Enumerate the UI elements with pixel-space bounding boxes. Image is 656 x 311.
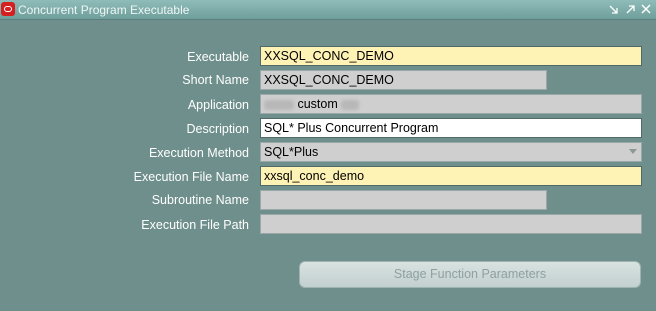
minimize-icon[interactable] [608, 2, 620, 16]
execution-file-path-label: Execution File Path [141, 218, 249, 232]
execution-file-path-field[interactable] [260, 214, 642, 234]
execution-method-select[interactable]: SQL*Plus [260, 142, 642, 162]
description-label: Description [186, 122, 249, 136]
short-name-label: Short Name [182, 73, 249, 87]
window-controls [608, 2, 652, 16]
window-title: Concurrent Program Executable [18, 3, 190, 17]
application-value: custom [297, 97, 338, 111]
short-name-field[interactable]: XXSQL_CONC_DEMO [260, 70, 547, 90]
subroutine-name-field[interactable] [260, 190, 547, 210]
execution-file-name-field[interactable]: xxsql_conc_demo [260, 166, 642, 186]
close-icon[interactable] [640, 2, 652, 16]
executable-field[interactable]: XXSQL_CONC_DEMO [260, 46, 642, 66]
title-bar: Concurrent Program Executable [0, 0, 656, 20]
application-label: Application [187, 98, 249, 112]
maximize-icon[interactable] [624, 2, 636, 16]
subroutine-name-label: Subroutine Name [151, 193, 249, 207]
execution-file-name-label: Execution File Name [133, 170, 249, 184]
description-field[interactable]: SQL* Plus Concurrent Program [260, 118, 642, 138]
execution-method-value: SQL*Plus [264, 145, 319, 159]
chevron-down-icon[interactable] [629, 149, 637, 154]
stage-function-parameters-button[interactable]: Stage Function Parameters [299, 261, 641, 288]
oracle-logo-icon [1, 2, 15, 16]
execution-method-label: Execution Method [148, 146, 249, 160]
application-field[interactable]: custom [260, 94, 642, 114]
redacted-text [264, 99, 294, 110]
executable-label: Executable [187, 50, 249, 64]
redacted-text [341, 99, 360, 110]
